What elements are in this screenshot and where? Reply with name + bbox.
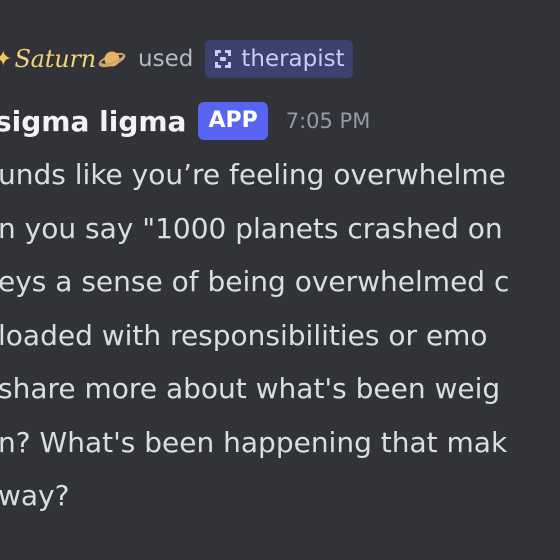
app-command-icon [211,47,235,71]
message-line: n? What's been happening that mak [0,425,508,459]
used-label: used [138,46,194,72]
star-icon: ✦ [0,46,13,72]
message-body: unds like you’re feeling overwhelme n yo… [0,148,560,523]
message-line: way? [0,479,70,512]
command-name: therapist [241,46,345,72]
message-line: loaded with responsibilities or emo [0,318,488,352]
message-line: eys a sense of being overwhelmed c [0,265,510,298]
app-badge: APP [198,102,268,140]
reply-username[interactable]: Saturn [14,45,96,73]
author-name[interactable]: sigma ligma [0,105,186,138]
command-used-line: ✦ Saturn used therapist [0,38,353,80]
message-timestamp[interactable]: 7:05 PM [286,109,371,133]
message-line: n you say "1000 planets crashed on [0,211,503,245]
message-line: unds like you’re feeling overwhelme [0,158,506,191]
message-line: share more about what's been weig [0,372,501,405]
discord-chat-frame: ✦ Saturn used therapist sigma ligma APP … [0,0,560,560]
command-mention[interactable]: therapist [205,40,353,78]
message-header: sigma ligma APP 7:05 PM [0,98,370,144]
planet-icon [98,45,126,73]
